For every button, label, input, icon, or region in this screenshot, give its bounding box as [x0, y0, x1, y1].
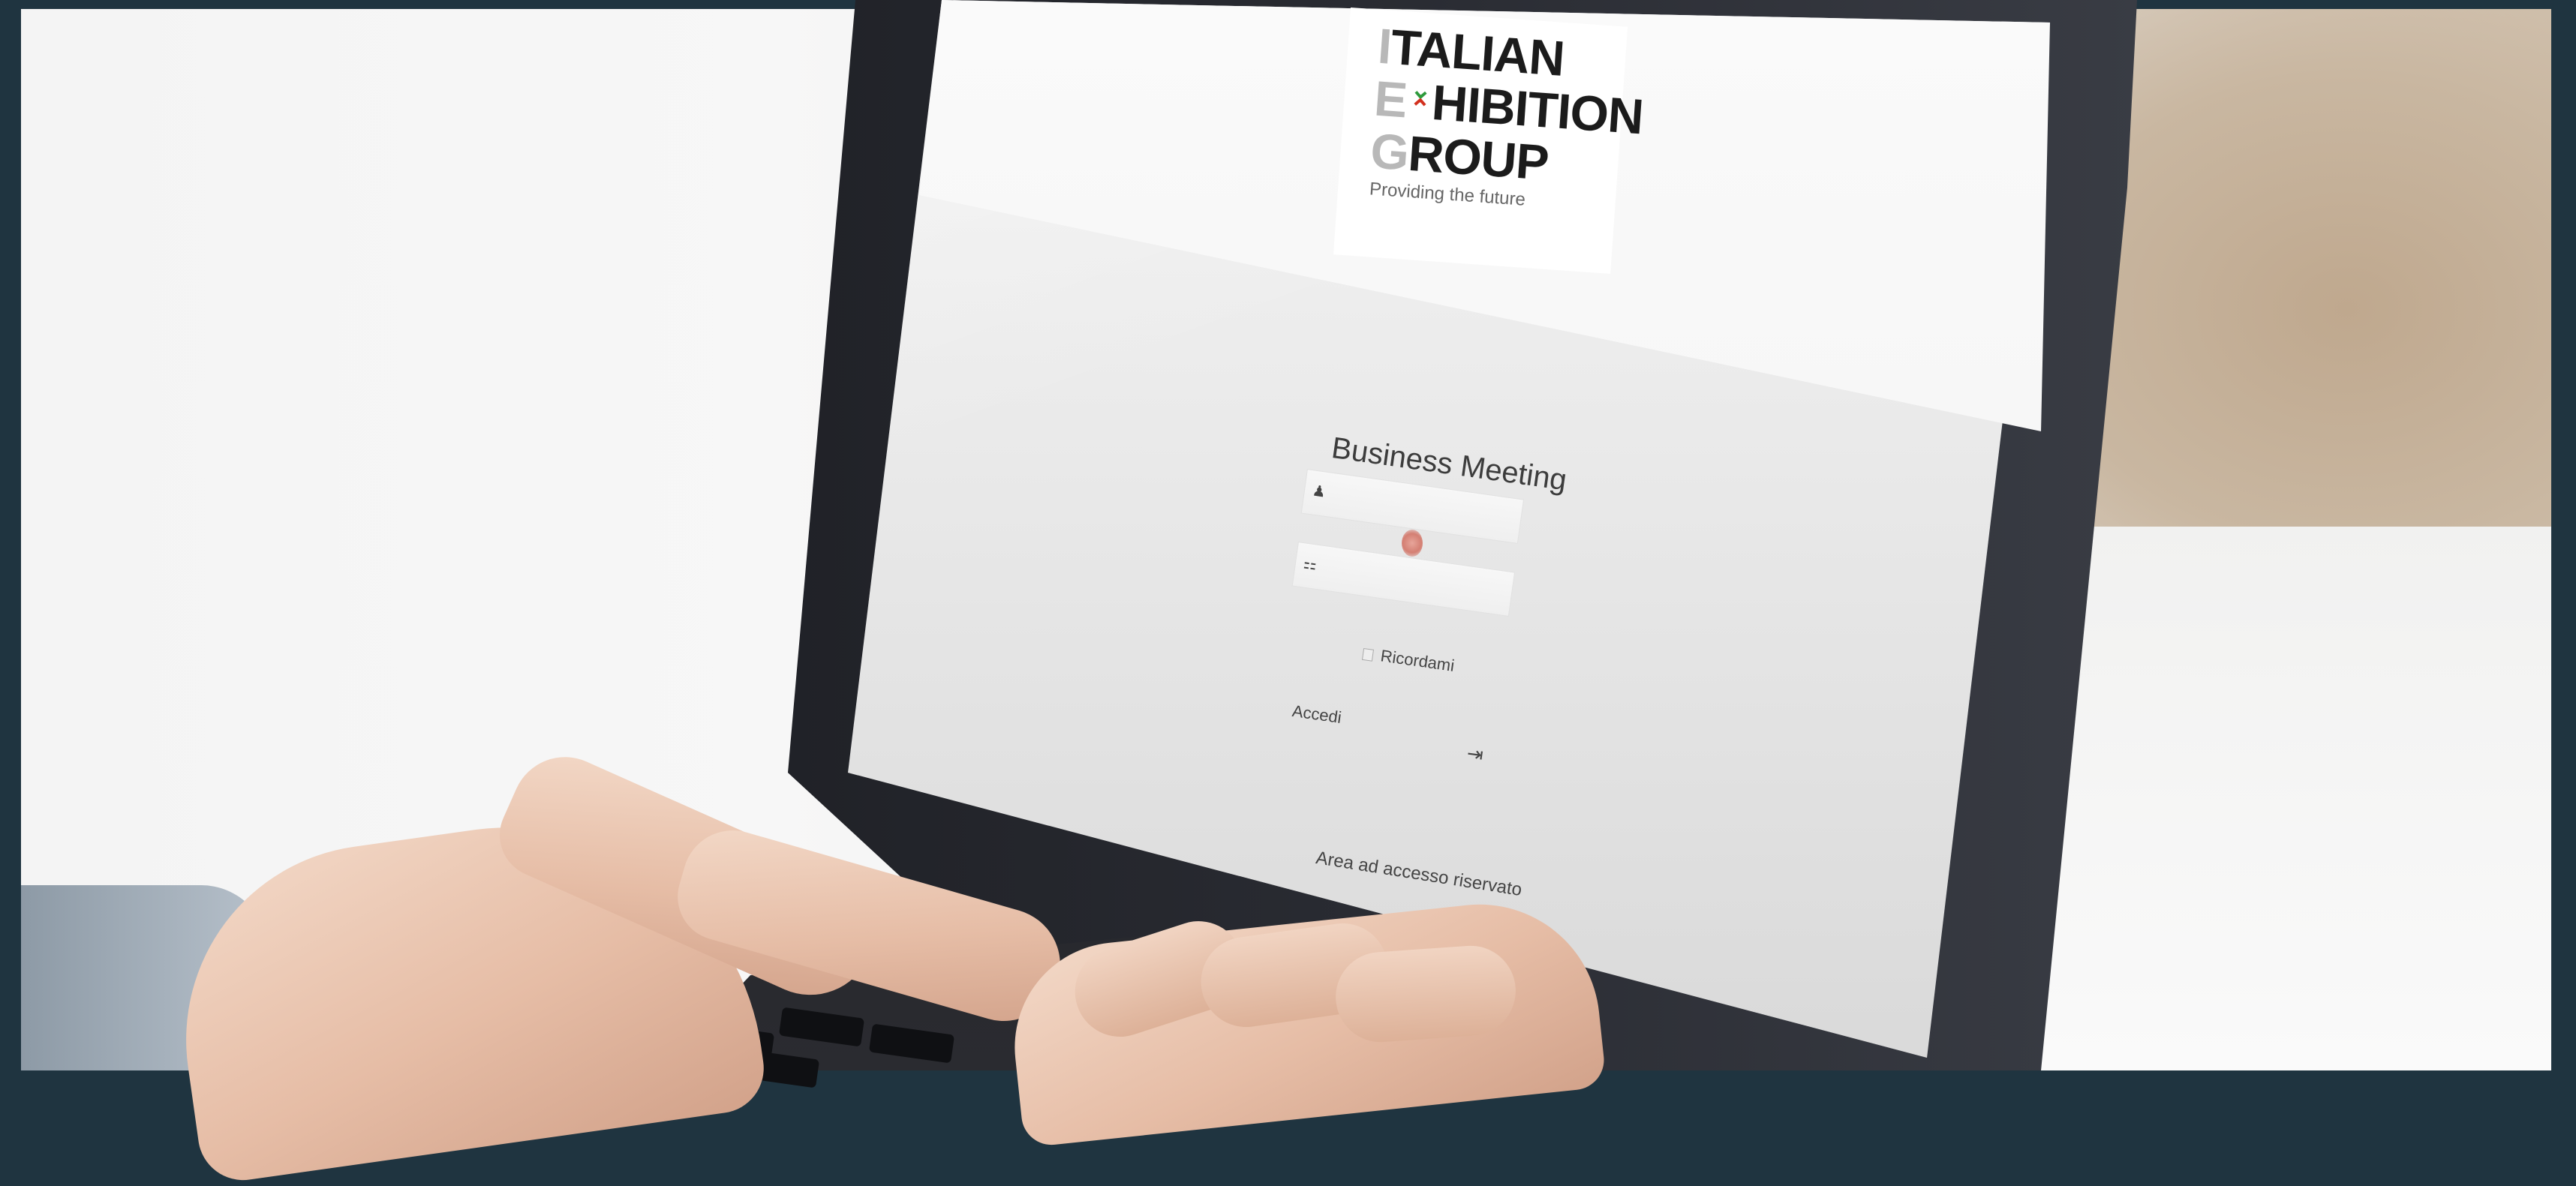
sign-in-icon[interactable]: ⇥	[1465, 742, 1485, 767]
touch-indicator	[1402, 530, 1423, 557]
checkbox-box[interactable]	[1361, 648, 1375, 662]
lock-icon: ⚏	[1302, 555, 1318, 574]
user-icon: ♟	[1311, 482, 1327, 501]
company-logo: ITALIAN E ⌄ ⌃ HIBITION GROUP Providing the …	[1333, 8, 1645, 275]
logo-chevrons-icon: ⌄ ⌃	[1408, 74, 1432, 125]
right-hand-finger	[1333, 942, 1519, 1046]
